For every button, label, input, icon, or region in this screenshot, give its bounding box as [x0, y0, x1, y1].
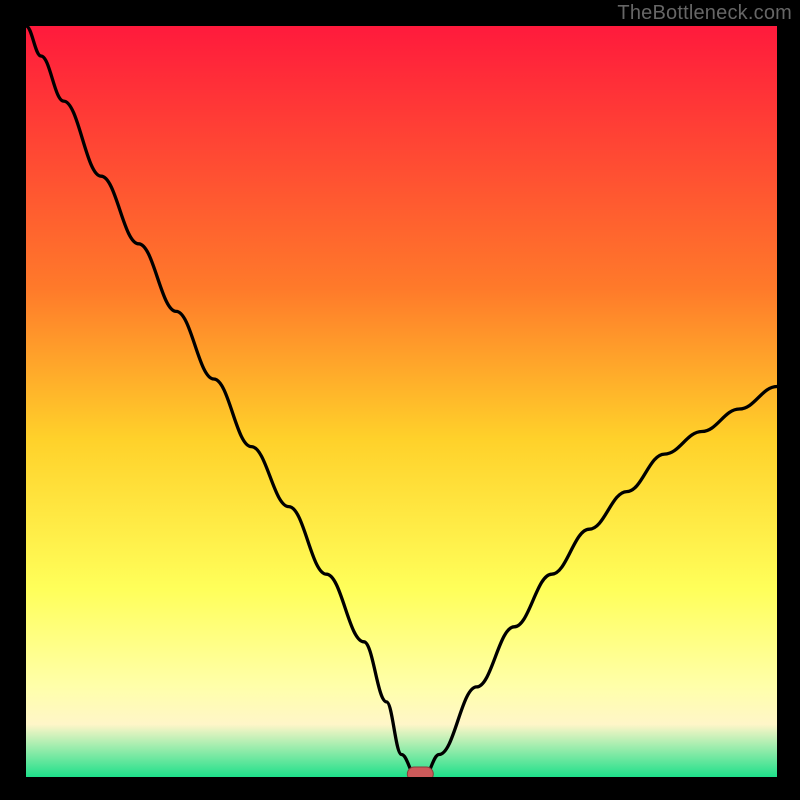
gradient-background [26, 26, 777, 777]
plot-svg [26, 26, 777, 777]
bottleneck-marker [407, 767, 433, 777]
chart-frame: TheBottleneck.com [0, 0, 800, 800]
watermark-text: TheBottleneck.com [617, 2, 792, 25]
plot-area [26, 26, 777, 777]
